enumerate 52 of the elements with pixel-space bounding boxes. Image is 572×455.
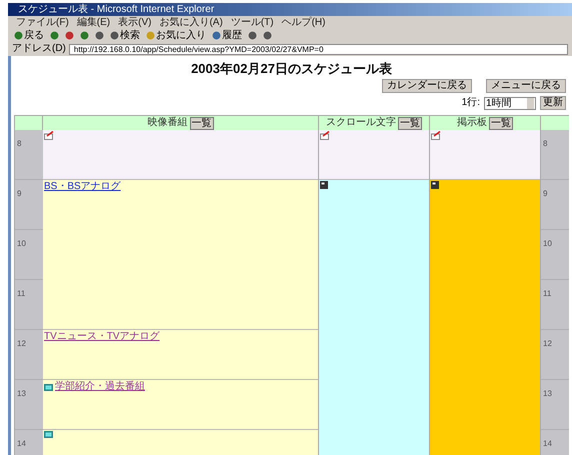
- nav-button[interactable]: メニューに戻る: [486, 79, 566, 93]
- menu-item[interactable]: ツール(T): [230, 16, 274, 28]
- nav-button[interactable]: カレンダーに戻る: [382, 79, 472, 93]
- column-title: 掲示板: [457, 117, 487, 129]
- hour-label: 9: [543, 189, 548, 198]
- hour-label: 9: [17, 189, 22, 198]
- hour-label: 11: [17, 289, 26, 298]
- note-icon[interactable]: [320, 131, 330, 140]
- hour-label: 10: [543, 239, 552, 248]
- list-button[interactable]: 一覧: [489, 116, 513, 130]
- hour-label: 12: [543, 339, 552, 348]
- row-select[interactable]: 1時間: [484, 96, 536, 110]
- toolbar-label[interactable]: 検索: [120, 30, 140, 42]
- hour-label: 13: [543, 389, 552, 398]
- menu-item[interactable]: 編集(E): [76, 16, 110, 28]
- address-field[interactable]: http://192.168.0.10/app/Schedule/view.asp?YMD=2003/02/27&VMP=0: [68, 44, 568, 54]
- note-icon[interactable]: [44, 131, 54, 140]
- screen-icon[interactable]: [44, 431, 53, 438]
- hour-label: 13: [17, 389, 26, 398]
- schedule-block[interactable]: BS・BSアナログ: [43, 180, 318, 330]
- document-icon[interactable]: [431, 181, 439, 189]
- menu-item[interactable]: ヘルプ(H): [282, 16, 326, 28]
- address-label: アドレス(D): [12, 43, 66, 55]
- menu-item[interactable]: 表示(V): [118, 16, 152, 28]
- toolbar-label[interactable]: 履歴: [222, 30, 242, 42]
- hour-label: 12: [17, 339, 26, 348]
- document-icon[interactable]: [320, 181, 328, 189]
- screen-icon[interactable]: [44, 384, 53, 390]
- hour-label: 8: [543, 139, 548, 148]
- hour-label: 11: [543, 289, 552, 298]
- schedule-block[interactable]: 学部紹介・過去番組: [43, 380, 318, 430]
- hour-label: 10: [17, 239, 26, 248]
- entry-link[interactable]: TVニュース・TVアナログ: [44, 331, 160, 343]
- hour-label: 8: [17, 139, 22, 148]
- column-title: 映像番組: [148, 117, 188, 129]
- list-button[interactable]: 一覧: [398, 116, 422, 130]
- update-button[interactable]: 更新: [540, 96, 566, 110]
- title-bar: スケジュール表 - Microsoft Internet Explorer: [8, 3, 572, 16]
- entry-link[interactable]: 学部紹介・過去番組: [55, 381, 145, 393]
- toolbar-label[interactable]: 戻る: [24, 30, 44, 42]
- note-icon[interactable]: [431, 131, 441, 140]
- toolbar-label[interactable]: お気に入り: [156, 30, 206, 42]
- row-label: 1行:: [462, 97, 480, 109]
- hour-label: 14: [17, 439, 26, 448]
- schedule-block[interactable]: TVニュース・TVアナログ: [43, 330, 318, 380]
- entry-link[interactable]: BS・BSアナログ: [44, 181, 121, 193]
- list-button[interactable]: 一覧: [190, 116, 214, 130]
- page-heading: 2003年02月27日のスケジュール表: [190, 61, 393, 76]
- menu-item[interactable]: お気に入り(A): [159, 16, 223, 28]
- hour-label: 14: [543, 439, 552, 448]
- menu-item[interactable]: ファイル(F): [16, 16, 69, 28]
- column-title: スクロール文字: [326, 117, 396, 129]
